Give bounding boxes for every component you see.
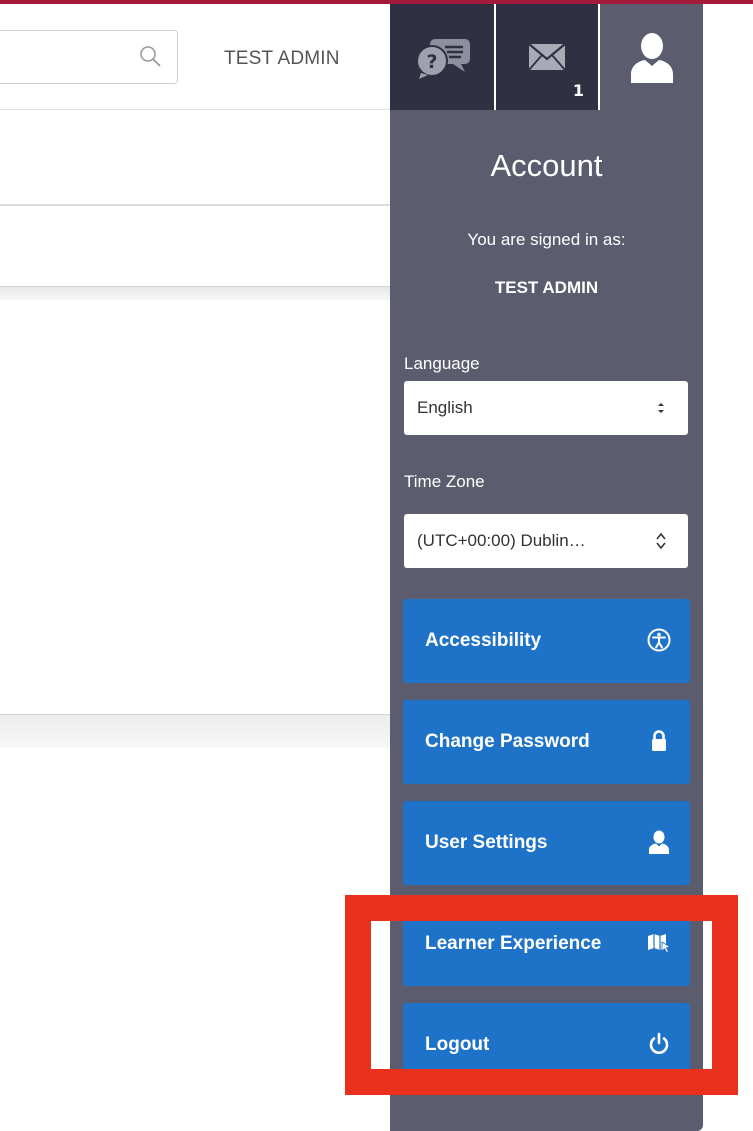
timezone-label: Time Zone [404,472,485,491]
app-root: TEST ADMIN ? 1 Account You are signed in… [0,0,753,1131]
highlight-annotation [345,895,738,1095]
content-panel-edge [0,286,390,300]
search-input[interactable] [0,30,178,84]
change-password-label: Change Password [425,731,590,752]
account-title: Account [490,148,603,183]
timezone-value: (UTC+00:00) Dublin… [417,531,586,550]
search-icon[interactable] [139,45,161,67]
language-select[interactable]: English [404,381,688,435]
language-value: English [417,398,473,417]
select-arrows-icon [656,532,666,550]
help-chat-icon: ? [416,39,470,79]
content-panel-edge [0,714,390,748]
user-icon [649,830,669,854]
accessibility-icon [647,628,671,652]
user-settings-label: User Settings [425,832,548,853]
account-tab[interactable] [600,4,703,110]
change-password-button[interactable]: Change Password [403,700,690,784]
user-avatar-icon [630,33,673,83]
accessibility-label: Accessibility [425,630,542,651]
select-arrows-icon [658,403,664,413]
message-count-badge: 1 [572,81,584,100]
help-tab[interactable]: ? [390,4,494,110]
svg-text:?: ? [426,51,437,73]
signed-in-label: You are signed in as: [467,230,626,249]
accessibility-button[interactable]: Accessibility [403,599,690,683]
language-label: Language [404,354,480,373]
top-header: TEST ADMIN [0,4,390,110]
timezone-select[interactable]: (UTC+00:00) Dublin… [404,514,688,568]
user-settings-button[interactable]: User Settings [403,801,690,885]
header-user-name[interactable]: TEST ADMIN [224,48,340,70]
signed-in-user: TEST ADMIN [494,278,599,297]
content-divider [0,204,390,206]
envelope-icon [528,43,566,71]
lock-icon [652,730,666,751]
messages-tab[interactable]: 1 [496,4,598,110]
